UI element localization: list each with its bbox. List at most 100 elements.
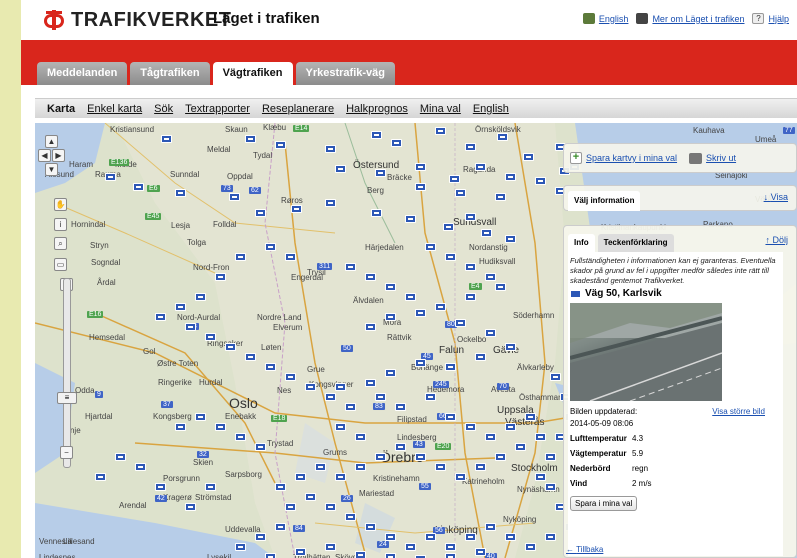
pan-down-button[interactable]: ▼ bbox=[45, 163, 58, 176]
road-camera-marker-icon[interactable] bbox=[275, 483, 286, 491]
subnav-item-enkel-karta[interactable]: Enkel karta bbox=[87, 103, 142, 115]
road-camera-marker-icon[interactable] bbox=[395, 403, 406, 411]
road-camera-marker-icon[interactable] bbox=[405, 543, 416, 551]
hand-tool-icon[interactable]: ✋ bbox=[54, 198, 67, 211]
road-camera-marker-icon[interactable] bbox=[365, 523, 376, 531]
pan-right-button[interactable]: ▶ bbox=[52, 149, 65, 162]
road-camera-marker-icon[interactable] bbox=[475, 163, 486, 171]
road-camera-marker-icon[interactable] bbox=[475, 353, 486, 361]
road-camera-marker-icon[interactable] bbox=[465, 143, 476, 151]
subnav-item-halkprognos[interactable]: Halkprognos bbox=[346, 103, 408, 115]
subnav-item-mina-val[interactable]: Mina val bbox=[420, 103, 461, 115]
road-camera-marker-icon[interactable] bbox=[435, 303, 446, 311]
road-camera-marker-icon[interactable] bbox=[481, 229, 492, 237]
road-camera-marker-icon[interactable] bbox=[485, 273, 496, 281]
road-camera-marker-icon[interactable] bbox=[335, 423, 346, 431]
road-camera-marker-icon[interactable] bbox=[245, 353, 256, 361]
road-camera-marker-icon[interactable] bbox=[335, 383, 346, 391]
road-camera-marker-icon[interactable] bbox=[475, 463, 486, 471]
tab-tågtrafiken[interactable]: Tågtrafiken bbox=[130, 62, 210, 85]
road-camera-marker-icon[interactable] bbox=[497, 133, 508, 141]
help-link[interactable]: Hjälp bbox=[768, 14, 789, 24]
road-camera-marker-icon[interactable] bbox=[515, 443, 526, 451]
road-camera-marker-icon[interactable] bbox=[545, 453, 556, 461]
road-camera-marker-icon[interactable] bbox=[135, 463, 146, 471]
road-camera-marker-icon[interactable] bbox=[455, 189, 466, 197]
road-camera-marker-icon[interactable] bbox=[405, 215, 416, 223]
road-camera-marker-icon[interactable] bbox=[105, 173, 116, 181]
zoom-box-icon[interactable]: ▭ bbox=[54, 258, 67, 271]
road-camera-marker-icon[interactable] bbox=[385, 533, 396, 541]
road-camera-marker-icon[interactable] bbox=[445, 253, 456, 261]
road-camera-marker-icon[interactable] bbox=[405, 293, 416, 301]
road-camera-marker-icon[interactable] bbox=[465, 533, 476, 541]
road-camera-marker-icon[interactable] bbox=[505, 235, 516, 243]
road-camera-marker-icon[interactable] bbox=[465, 293, 476, 301]
subnav-item-reseplanerare[interactable]: Reseplanerare bbox=[262, 103, 334, 115]
road-camera-marker-icon[interactable] bbox=[495, 193, 506, 201]
tab-legend[interactable]: Teckenförklaring bbox=[597, 234, 674, 252]
hide-link[interactable]: ↑ Dölj bbox=[765, 235, 788, 245]
tab-meddelanden[interactable]: Meddelanden bbox=[37, 62, 128, 85]
road-camera-marker-icon[interactable] bbox=[205, 483, 216, 491]
road-camera-marker-icon[interactable] bbox=[355, 551, 366, 558]
road-camera-marker-icon[interactable] bbox=[371, 209, 382, 217]
road-camera-marker-icon[interactable] bbox=[185, 323, 196, 331]
road-camera-marker-icon[interactable] bbox=[285, 373, 296, 381]
road-camera-marker-icon[interactable] bbox=[385, 283, 396, 291]
road-camera-marker-icon[interactable] bbox=[325, 503, 336, 511]
road-camera-marker-icon[interactable] bbox=[385, 553, 396, 558]
road-camera-marker-icon[interactable] bbox=[155, 483, 166, 491]
tab-yrkestrafik-väg[interactable]: Yrkestrafik-väg bbox=[295, 62, 396, 85]
road-camera-marker-icon[interactable] bbox=[305, 493, 316, 501]
tab-info[interactable]: Info bbox=[568, 234, 595, 252]
road-camera-marker-icon[interactable] bbox=[445, 553, 456, 558]
road-camera-marker-icon[interactable] bbox=[295, 548, 306, 556]
road-camera-marker-icon[interactable] bbox=[550, 373, 561, 381]
road-camera-marker-icon[interactable] bbox=[195, 293, 206, 301]
road-camera-marker-icon[interactable] bbox=[375, 393, 386, 401]
road-camera-marker-icon[interactable] bbox=[295, 473, 306, 481]
road-camera-marker-icon[interactable] bbox=[415, 163, 426, 171]
road-camera-marker-icon[interactable] bbox=[161, 135, 172, 143]
road-camera-marker-icon[interactable] bbox=[435, 463, 446, 471]
road-camera-marker-icon[interactable] bbox=[365, 323, 376, 331]
road-camera-marker-icon[interactable] bbox=[215, 423, 226, 431]
road-camera-marker-icon[interactable] bbox=[415, 453, 426, 461]
road-camera-marker-icon[interactable] bbox=[465, 213, 476, 221]
road-camera-marker-icon[interactable] bbox=[425, 533, 436, 541]
road-camera-marker-icon[interactable] bbox=[229, 193, 240, 201]
road-camera-marker-icon[interactable] bbox=[155, 313, 166, 321]
print-link[interactable]: Skriv ut bbox=[706, 153, 736, 163]
road-camera-marker-icon[interactable] bbox=[365, 379, 376, 387]
road-camera-marker-icon[interactable] bbox=[315, 463, 326, 471]
road-camera-marker-icon[interactable] bbox=[185, 503, 196, 511]
road-camera-marker-icon[interactable] bbox=[345, 403, 356, 411]
pan-up-button[interactable]: ▲ bbox=[45, 135, 58, 148]
road-camera-marker-icon[interactable] bbox=[215, 273, 226, 281]
road-camera-marker-icon[interactable] bbox=[255, 533, 266, 541]
info-tool-icon[interactable]: i bbox=[54, 218, 67, 231]
road-camera-marker-icon[interactable] bbox=[133, 183, 144, 191]
road-camera-marker-icon[interactable] bbox=[435, 127, 446, 135]
road-camera-marker-icon[interactable] bbox=[325, 543, 336, 551]
road-camera-marker-icon[interactable] bbox=[291, 205, 302, 213]
road-camera-marker-icon[interactable] bbox=[445, 363, 456, 371]
road-camera-marker-icon[interactable] bbox=[225, 343, 236, 351]
road-camera-marker-icon[interactable] bbox=[355, 463, 366, 471]
road-camera-marker-icon[interactable] bbox=[345, 263, 356, 271]
zoom-tool-icon[interactable]: ⌕ bbox=[54, 237, 67, 250]
subnav-item-english[interactable]: English bbox=[473, 103, 509, 115]
road-camera-marker-icon[interactable] bbox=[325, 199, 336, 207]
subnav-item-karta[interactable]: Karta bbox=[47, 103, 75, 115]
back-link[interactable]: ← Tillbaka bbox=[566, 545, 603, 554]
road-camera-marker-icon[interactable] bbox=[255, 209, 266, 217]
road-camera-marker-icon[interactable] bbox=[495, 283, 506, 291]
road-camera-marker-icon[interactable] bbox=[495, 453, 506, 461]
road-camera-marker-icon[interactable] bbox=[95, 473, 106, 481]
road-camera-marker-icon[interactable] bbox=[443, 223, 454, 231]
road-camera-marker-icon[interactable] bbox=[115, 453, 126, 461]
more-info-link[interactable]: Mer om Läget i trafiken bbox=[652, 14, 744, 24]
save-in-my-choices-button[interactable]: Spara i mina val bbox=[570, 496, 638, 511]
road-camera-marker-icon[interactable] bbox=[335, 473, 346, 481]
